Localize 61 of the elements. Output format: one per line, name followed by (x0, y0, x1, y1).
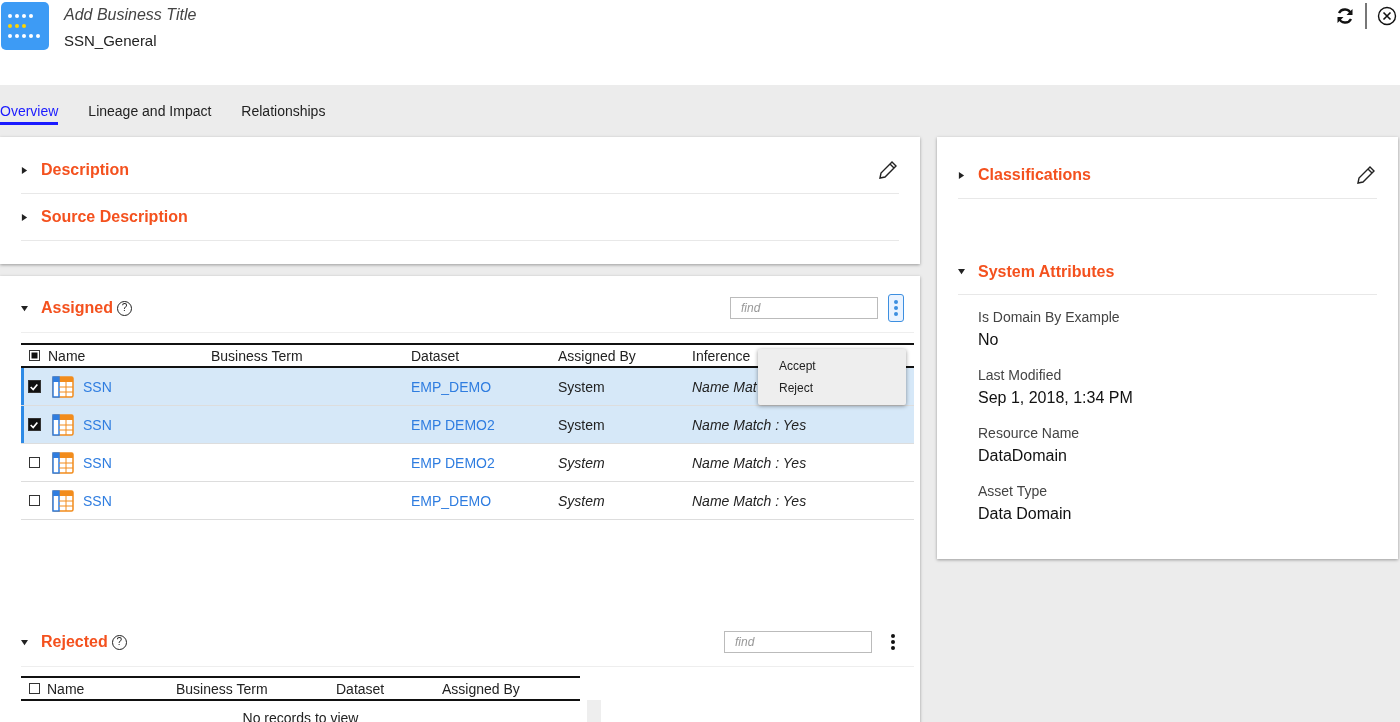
business-title[interactable]: Add Business Title (64, 6, 197, 24)
caret-right-icon[interactable] (21, 166, 28, 174)
dataset-link[interactable]: EMP_DEMO (411, 492, 492, 509)
attribute-value: No (978, 331, 1000, 349)
table-cell-text: System (558, 492, 606, 509)
pencil-icon[interactable] (877, 159, 899, 181)
column-header[interactable]: Assigned By (558, 347, 692, 364)
attribute-value: Sep 1, 2018, 1:34 PM (978, 389, 1134, 407)
select-all-checkbox[interactable] (28, 683, 40, 694)
kebab-icon (894, 299, 898, 317)
table-cell-text: System (558, 378, 606, 395)
attribute-value: DataDomain (978, 447, 1068, 465)
tab[interactable]: Lineage and Impact (88, 99, 212, 125)
table-cell-text: System (558, 416, 606, 433)
table-icon (52, 451, 74, 474)
attribute-value: Data Domain (978, 505, 1073, 523)
table-icon (52, 413, 74, 436)
caret-down-icon[interactable] (21, 304, 28, 312)
select-all-checkbox[interactable] (28, 350, 40, 361)
row-checkbox[interactable] (27, 418, 41, 431)
table-icon (52, 489, 74, 512)
asset-name: SSN_General (64, 32, 158, 49)
tab[interactable]: Overview (0, 99, 59, 125)
column-header[interactable]: Business Term (211, 347, 411, 364)
menu-item[interactable]: Reject (758, 377, 906, 399)
table-row[interactable]: SSN EMP DEMO2 System Name Match : Yes (21, 444, 914, 482)
tab[interactable]: Relationships (241, 99, 326, 125)
attribute-label: Resource Name (978, 425, 1081, 441)
table-cell: Name Match : Yes (692, 454, 807, 471)
column-header[interactable]: Dataset (411, 347, 558, 364)
column-header[interactable]: Name (47, 680, 176, 697)
table-cell: Name Match : Yes (692, 416, 807, 433)
pencil-icon[interactable] (1355, 164, 1377, 186)
row-checkbox[interactable] (28, 457, 40, 468)
attribute-label: Is Domain By Example (978, 309, 1121, 325)
column-header[interactable]: Name (47, 347, 211, 364)
table-row[interactable]: SSN EMP DEMO2 System Name Match : Yes (21, 406, 914, 444)
attribute-label: Last Modified (978, 367, 1063, 383)
asset-link[interactable]: SSN (83, 492, 112, 509)
refresh-icon[interactable] (1335, 6, 1355, 26)
find-field[interactable]: find (730, 297, 878, 319)
table-cell: Name Match : Yes (692, 492, 807, 509)
row-checkbox[interactable] (27, 380, 41, 393)
find-field[interactable]: find (724, 631, 872, 653)
attribute-label: Asset Type (978, 483, 1048, 499)
row-checkbox[interactable] (28, 495, 40, 506)
asset-link[interactable]: SSN (83, 454, 112, 471)
table-cell: Name Mat (692, 378, 757, 395)
caret-right-icon[interactable] (21, 213, 28, 221)
column-header[interactable]: Dataset (336, 680, 442, 697)
kebab-icon (891, 633, 895, 651)
caret-down-icon[interactable] (21, 638, 28, 646)
table-cell-text: System (558, 454, 606, 471)
table-row[interactable]: SSN EMP_DEMO System Name Match : Yes (21, 482, 914, 520)
column-header[interactable]: Business Term (176, 680, 336, 697)
table-icon (52, 375, 74, 398)
caret-down-icon[interactable] (958, 268, 965, 275)
column-header[interactable]: Assigned By (442, 680, 580, 697)
close-icon[interactable] (1377, 6, 1397, 26)
dataset-link[interactable]: EMP DEMO2 (411, 454, 495, 471)
caret-right-icon[interactable] (958, 171, 965, 179)
